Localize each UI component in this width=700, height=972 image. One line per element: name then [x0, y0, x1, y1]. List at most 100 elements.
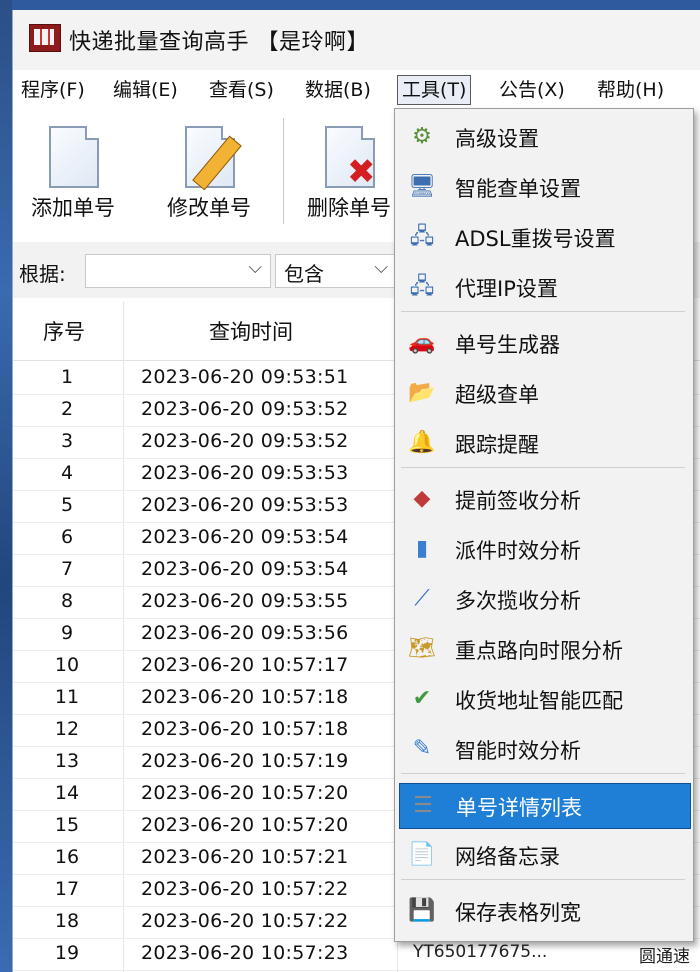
- app-logo-icon: [29, 24, 61, 52]
- query-time: 2023-06-20 10:57:18: [141, 718, 349, 740]
- menu-item-7[interactable]: 🔔 跟踪提醒: [399, 421, 689, 465]
- filter-operator-select[interactable]: 包含 ⌵: [275, 254, 397, 288]
- row-number: 17: [54, 878, 80, 900]
- query-time: 2023-06-20 09:53:54: [141, 526, 349, 548]
- menu-item-13[interactable]: ✎ 智能时效分析: [399, 727, 689, 771]
- menu-separator: [401, 879, 685, 880]
- query-time: 2023-06-20 10:57:18: [141, 686, 349, 708]
- query-time: 2023-06-20 09:53:53: [141, 462, 349, 484]
- query-time: 2023-06-20 10:57:21: [141, 846, 349, 868]
- network-icon: 🖧: [409, 224, 435, 249]
- menu-item-11[interactable]: 🗺 重点路向时限分析: [399, 627, 689, 671]
- menu-data[interactable]: 数据(B): [301, 76, 375, 104]
- menu-item-label: 多次揽收分析: [455, 589, 581, 613]
- menu-separator: [401, 311, 685, 312]
- menu-tools[interactable]: 工具(T): [397, 75, 472, 105]
- row-number: 10: [54, 654, 80, 676]
- menu-item-10[interactable]: ⟋ 多次揽收分析: [399, 577, 689, 621]
- row-number: 19: [54, 942, 80, 964]
- menu-item-9[interactable]: ▮ 派件时效分析: [399, 527, 689, 571]
- add-number-button[interactable]: 添加单号: [13, 116, 133, 228]
- query-time: 2023-06-20 09:53:53: [141, 494, 349, 516]
- edit-number-button[interactable]: 修改单号: [149, 116, 269, 228]
- desktop-background-left: [0, 0, 12, 972]
- menu-edit[interactable]: 编辑(E): [109, 76, 182, 104]
- row-number: 6: [60, 526, 74, 548]
- query-time: 2023-06-20 10:57:23: [141, 942, 349, 964]
- query-time: 2023-06-20 10:57:20: [141, 814, 349, 836]
- row-number: 15: [54, 814, 80, 836]
- line-chart-icon: ⟋: [414, 586, 430, 611]
- car-icon: 🚗: [408, 330, 436, 355]
- row-number: 12: [54, 718, 80, 740]
- tools-dropdown-menu: ⚙ 高级设置 🖥 智能查单设置 🖧 ADSL重拨号设置 🖧 代理IP设置 🚗 单号生成器 📂 超级查单…: [394, 108, 694, 942]
- column-header-no[interactable]: 序号: [43, 316, 85, 346]
- menu-item-16[interactable]: 💾 保存表格列宽: [399, 889, 689, 933]
- menu-item-8[interactable]: ◆ 提前签收分析: [399, 477, 689, 521]
- menu-item-6[interactable]: 📂 超级查单: [399, 371, 689, 415]
- row-number: 11: [54, 686, 80, 708]
- row-number: 18: [54, 910, 80, 932]
- menu-item-label: 高级设置: [455, 127, 539, 151]
- query-time: 2023-06-20 09:53:52: [141, 430, 349, 452]
- row-number: 2: [60, 398, 74, 420]
- edit-number-label: 修改单号: [167, 196, 251, 220]
- menu-item-2[interactable]: 🖥 智能查单设置: [399, 165, 689, 209]
- column-header-time[interactable]: 查询时间: [209, 316, 293, 346]
- filter-field-select[interactable]: ⌵: [85, 254, 271, 288]
- query-time: 2023-06-20 09:53:52: [141, 398, 349, 420]
- menu-item-label: 派件时效分析: [455, 539, 581, 563]
- menu-item-label: 网络备忘录: [455, 845, 560, 869]
- row-number: 8: [60, 590, 74, 612]
- notes-icon: 📄: [408, 842, 436, 867]
- menu-view[interactable]: 查看(S): [205, 76, 278, 104]
- title-bar[interactable]: 快递批量查询高手 【是玲啊】: [13, 10, 700, 70]
- pencil-chart-icon: ✎: [412, 736, 432, 761]
- query-time: 2023-06-20 10:57:20: [141, 782, 349, 804]
- menu-notice[interactable]: 公告(X): [495, 76, 569, 104]
- filter-label: 根据:: [19, 262, 66, 286]
- toolbar-divider: [283, 118, 284, 224]
- menu-item-label: 提前签收分析: [455, 489, 581, 513]
- menu-item-label: 单号详情列表: [456, 796, 582, 820]
- menu-item-label: 超级查单: [455, 383, 539, 407]
- menu-program[interactable]: 程序(F): [17, 76, 89, 104]
- query-time: 2023-06-20 09:53:54: [141, 558, 349, 580]
- query-time: 2023-06-20 09:53:51: [141, 366, 349, 388]
- menu-item-12[interactable]: ✔ 收货地址智能匹配: [399, 677, 689, 721]
- menu-item-5[interactable]: 🚗 单号生成器: [399, 321, 689, 365]
- menu-item-1[interactable]: ⚙ 高级设置: [399, 115, 689, 159]
- menu-item-label: 保存表格列宽: [455, 901, 581, 925]
- row-number: 4: [60, 462, 74, 484]
- list-icon: ☰: [413, 793, 433, 818]
- desktop-background-top: [0, 0, 700, 10]
- row-number: 1: [60, 366, 74, 388]
- cubes-icon: ◆: [413, 486, 431, 511]
- add-number-label: 添加单号: [31, 196, 115, 220]
- menu-bar: 程序(F) 编辑(E) 查看(S) 数据(B) 工具(T) 公告(X) 帮助(H…: [13, 72, 700, 108]
- gear-icon: ⚙: [412, 124, 432, 149]
- menu-item-label: 跟踪提醒: [455, 433, 539, 457]
- row-number: 3: [60, 430, 74, 452]
- network-icon: 🖧: [409, 274, 435, 299]
- save-icon: 💾: [408, 898, 436, 923]
- row-number: 16: [54, 846, 80, 868]
- menu-help[interactable]: 帮助(H): [593, 76, 668, 104]
- menu-separator: [401, 773, 685, 774]
- table-row[interactable]: 19 2023-06-20 10:57:23 YT650177675... 圆通速: [13, 938, 700, 971]
- menu-item-14[interactable]: ☰ 单号详情列表: [399, 783, 691, 829]
- delete-number-button[interactable]: ✖ 删除单号: [289, 116, 409, 228]
- menu-item-label: 收货地址智能匹配: [455, 689, 623, 713]
- menu-item-4[interactable]: 🖧 代理IP设置: [399, 265, 689, 309]
- menu-item-label: 智能查单设置: [455, 177, 581, 201]
- query-time: 2023-06-20 10:57:19: [141, 750, 349, 772]
- menu-item-3[interactable]: 🖧 ADSL重拨号设置: [399, 215, 689, 259]
- menu-item-15[interactable]: 📄 网络备忘录: [399, 833, 689, 877]
- window-title: 快递批量查询高手 【是玲啊】: [69, 30, 369, 55]
- document-icon: [49, 126, 99, 188]
- menu-item-label: ADSL重拨号设置: [455, 227, 616, 251]
- bar-chart-icon: ▮: [415, 536, 429, 561]
- menu-separator: [401, 467, 685, 468]
- query-time: 2023-06-20 09:53:55: [141, 590, 349, 612]
- chart-check-icon: ✔: [412, 686, 432, 711]
